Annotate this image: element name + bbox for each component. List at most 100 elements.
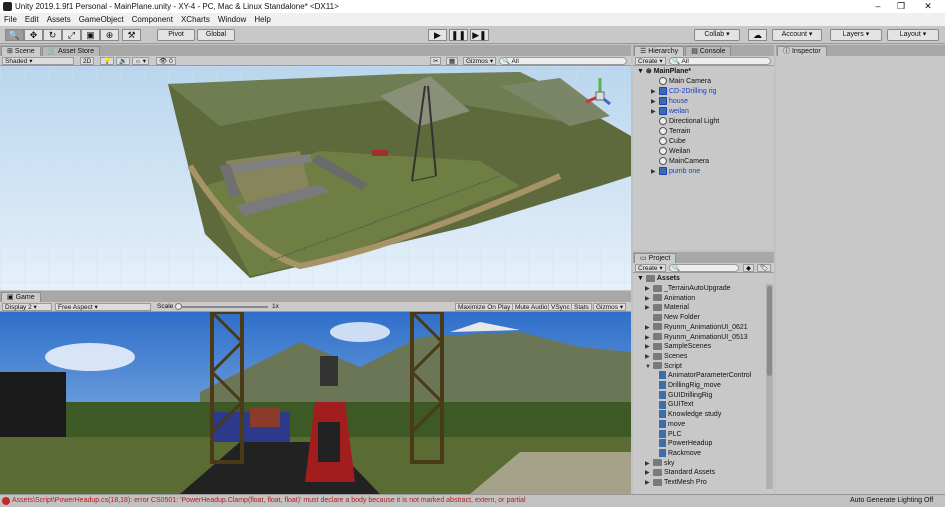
cloud-icon[interactable]: ☁: [748, 29, 767, 41]
aspect-dropdown[interactable]: Free Aspect ▾: [55, 303, 151, 311]
hierarchy-item[interactable]: ▶ house: [651, 97, 688, 107]
project-search-input[interactable]: 🔍: [669, 264, 739, 272]
hierarchy-item[interactable]: Weilan: [659, 147, 690, 157]
hierarchy-item[interactable]: ▶ weilan: [651, 107, 689, 117]
tab-game[interactable]: ▣ Game: [1, 292, 41, 302]
project-item[interactable]: ▼ Script: [645, 362, 682, 372]
project-scrollbar[interactable]: [766, 284, 773, 489]
close-icon[interactable]: ✕: [918, 0, 938, 13]
hierarchy-item[interactable]: Main Camera: [659, 77, 711, 87]
scene-viewport[interactable]: [0, 66, 631, 290]
project-item[interactable]: PLC: [659, 429, 682, 440]
scene-root-item[interactable]: ▼ ⊛ MainPlane*: [637, 67, 691, 77]
rotate-tool-icon[interactable]: ↻: [43, 29, 62, 41]
expand-arrow-icon[interactable]: ▶: [651, 167, 659, 177]
menu-gameobject[interactable]: GameObject: [75, 15, 128, 24]
project-item[interactable]: GUIDrillingRig: [659, 390, 712, 401]
menu-xcharts[interactable]: XCharts: [177, 15, 214, 24]
tab-console[interactable]: ▤ Console: [685, 46, 732, 56]
tab-project[interactable]: ▭ Project: [634, 253, 677, 263]
project-item[interactable]: ▶ sky: [645, 459, 675, 469]
filter-label-icon[interactable]: 🏷: [757, 264, 772, 272]
project-item[interactable]: New Folder: [645, 313, 700, 323]
expand-arrow-icon[interactable]: ▶: [645, 459, 653, 469]
scale-tool-icon[interactable]: ⤢: [62, 29, 81, 41]
project-item[interactable]: ▶ TextMesh Pro: [645, 478, 707, 488]
expand-arrow-icon[interactable]: ▶: [651, 97, 659, 107]
account-dropdown[interactable]: Account ▾: [772, 29, 822, 41]
project-item[interactable]: PowerHeadup: [659, 439, 712, 449]
step-button[interactable]: ▶❚: [470, 29, 489, 41]
transform-tool-icon[interactable]: ⊕: [100, 29, 119, 41]
expand-arrow-icon[interactable]: ▶: [645, 342, 653, 352]
project-item[interactable]: ▶ Ryunm_AnimationUI_0621: [645, 323, 748, 333]
hierarchy-item[interactable]: Terrain: [659, 127, 690, 137]
effects-toggle-icon[interactable]: ☼ ▾: [132, 57, 150, 65]
shading-dropdown[interactable]: Shaded ▾: [2, 57, 74, 65]
hierarchy-search-input[interactable]: 🔍 All: [669, 57, 771, 65]
project-item[interactable]: move: [659, 419, 685, 430]
hierarchy-create-dropdown[interactable]: Create ▾: [635, 57, 666, 65]
expand-arrow-icon[interactable]: ▶: [645, 294, 653, 304]
tab-asset-store[interactable]: 🛒 Asset Store: [41, 46, 101, 56]
mute-audio-toggle[interactable]: Mute Audio: [512, 303, 551, 311]
filter-type-icon[interactable]: ◆: [743, 264, 754, 272]
global-button[interactable]: Global: [197, 29, 235, 41]
expand-arrow-icon[interactable]: ▶: [645, 333, 653, 343]
status-error-message[interactable]: Assets\Script\PowerHeadup.cs(18,18): err…: [12, 495, 526, 507]
scale-slider-thumb[interactable]: [175, 303, 182, 310]
project-create-dropdown[interactable]: Create ▾: [635, 264, 666, 272]
project-item[interactable]: ▶ SampleScenes: [645, 342, 711, 352]
project-item[interactable]: ▶ Scenes: [645, 352, 687, 362]
expand-arrow-icon[interactable]: ▶: [645, 303, 653, 313]
scale-slider[interactable]: [178, 306, 268, 308]
hierarchy-item[interactable]: ▶ CD-2Drilling rig: [651, 87, 716, 97]
expand-arrow-icon[interactable]: ▶: [645, 352, 653, 362]
game-gizmos-dropdown[interactable]: Gizmos ▾: [593, 303, 627, 311]
project-item[interactable]: ▶ Animation: [645, 294, 695, 304]
scene-tools-icon[interactable]: ✂: [430, 57, 442, 65]
expand-arrow-icon[interactable]: ▶: [645, 478, 653, 488]
collab-button[interactable]: Collab ▾: [694, 29, 740, 41]
stats-toggle[interactable]: Stats: [571, 303, 592, 311]
error-icon[interactable]: [2, 497, 10, 505]
minimize-icon[interactable]: –: [868, 0, 888, 13]
layers-dropdown[interactable]: Layers ▾: [830, 29, 882, 41]
hand-tool-icon[interactable]: 🔍: [5, 29, 24, 41]
custom-tool-icon[interactable]: ⚒: [122, 29, 141, 41]
vsync-toggle[interactable]: VSync: [548, 303, 573, 311]
scene-gizmos-dropdown[interactable]: Gizmos ▾: [463, 57, 497, 65]
tab-hierarchy[interactable]: ☰ Hierarchy: [634, 46, 685, 56]
project-item[interactable]: DrillingRig_move: [659, 381, 721, 391]
expand-arrow-icon[interactable]: ▶: [645, 323, 653, 333]
project-scrollbar-thumb[interactable]: [767, 286, 772, 376]
hidden-count[interactable]: 👁 0: [156, 57, 176, 65]
play-button[interactable]: ▶: [428, 29, 447, 41]
display-dropdown[interactable]: Display 2 ▾: [2, 303, 52, 311]
tab-scene[interactable]: ⊞ Scene: [1, 46, 41, 56]
project-item[interactable]: ▶ Standard Assets: [645, 468, 715, 478]
light-toggle-icon[interactable]: 💡: [100, 57, 115, 65]
scene-settings-icon[interactable]: ▦: [446, 57, 459, 65]
project-item[interactable]: Rackmove: [659, 449, 701, 459]
menu-assets[interactable]: Assets: [43, 15, 75, 24]
project-item[interactable]: ▶ Ryunm_AnimationUI_0513: [645, 333, 748, 343]
menu-component[interactable]: Component: [128, 15, 177, 24]
pivot-button[interactable]: Pivot: [157, 29, 195, 41]
expand-arrow-icon[interactable]: ▼: [645, 362, 653, 372]
hierarchy-item[interactable]: ▶ pumb one: [651, 167, 700, 177]
move-tool-icon[interactable]: ✥: [24, 29, 43, 41]
expand-arrow-icon[interactable]: ▶: [645, 468, 653, 478]
audio-toggle-icon[interactable]: 🔊: [116, 57, 131, 65]
project-item[interactable]: ▶ Material: [645, 303, 689, 313]
hierarchy-item[interactable]: Cube: [659, 137, 686, 147]
project-item[interactable]: GUIText: [659, 400, 693, 410]
expand-arrow-icon[interactable]: ▶: [651, 87, 659, 97]
tab-inspector[interactable]: ⓘ Inspector: [777, 46, 827, 56]
project-item[interactable]: AnimatorParameterControl: [659, 371, 751, 381]
project-item[interactable]: Knowledge study: [659, 410, 721, 420]
expand-arrow-icon[interactable]: ▶: [645, 284, 653, 294]
menu-file[interactable]: File: [0, 15, 21, 24]
project-item[interactable]: ▶ _TerrainAutoUpgrade: [645, 284, 731, 294]
menu-window[interactable]: Window: [214, 15, 250, 24]
